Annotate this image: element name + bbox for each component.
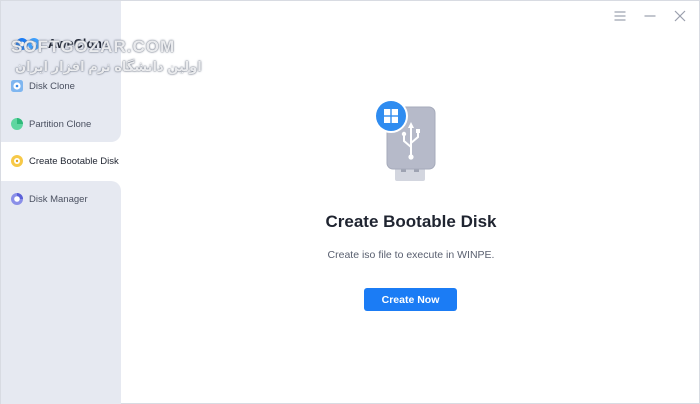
app-name: AweClone [48,37,109,51]
minimize-icon[interactable] [643,9,657,23]
sidebar-item-label: Disk Clone [29,80,75,92]
sidebar-item-label: Disk Manager [29,193,88,205]
sidebar-item-partition-clone[interactable]: Partition Clone [1,113,121,135]
window-controls [613,9,687,23]
bootable-disk-icon [11,155,23,167]
app-window: AweClone Disk Clone Partition Clone Crea… [0,0,700,404]
partition-clone-icon [11,118,23,130]
disk-manager-icon [11,193,23,205]
sidebar-item-create-bootable-disk[interactable]: Create Bootable Disk [1,150,121,172]
create-now-button[interactable]: Create Now [364,288,457,311]
usb-drive-windows-illustration [374,99,436,181]
page-title: Create Bootable Disk [325,212,497,231]
sidebar-item-disk-manager[interactable]: Disk Manager [1,188,121,210]
sidebar: AweClone Disk Clone Partition Clone Crea… [1,1,121,404]
page-subtitle: Create iso file to execute in WINPE. [327,249,495,261]
disk-clone-icon [11,80,23,92]
sidebar-item-label: Create Bootable Disk [29,155,119,167]
sidebar-bottom-panel [1,181,121,404]
sidebar-item-disk-clone[interactable]: Disk Clone [1,75,121,97]
brand: AweClone [15,35,109,53]
close-icon[interactable] [673,9,687,23]
aweclone-logo-icon [16,38,40,50]
menu-icon[interactable] [613,9,627,23]
sidebar-item-label: Partition Clone [29,118,92,130]
